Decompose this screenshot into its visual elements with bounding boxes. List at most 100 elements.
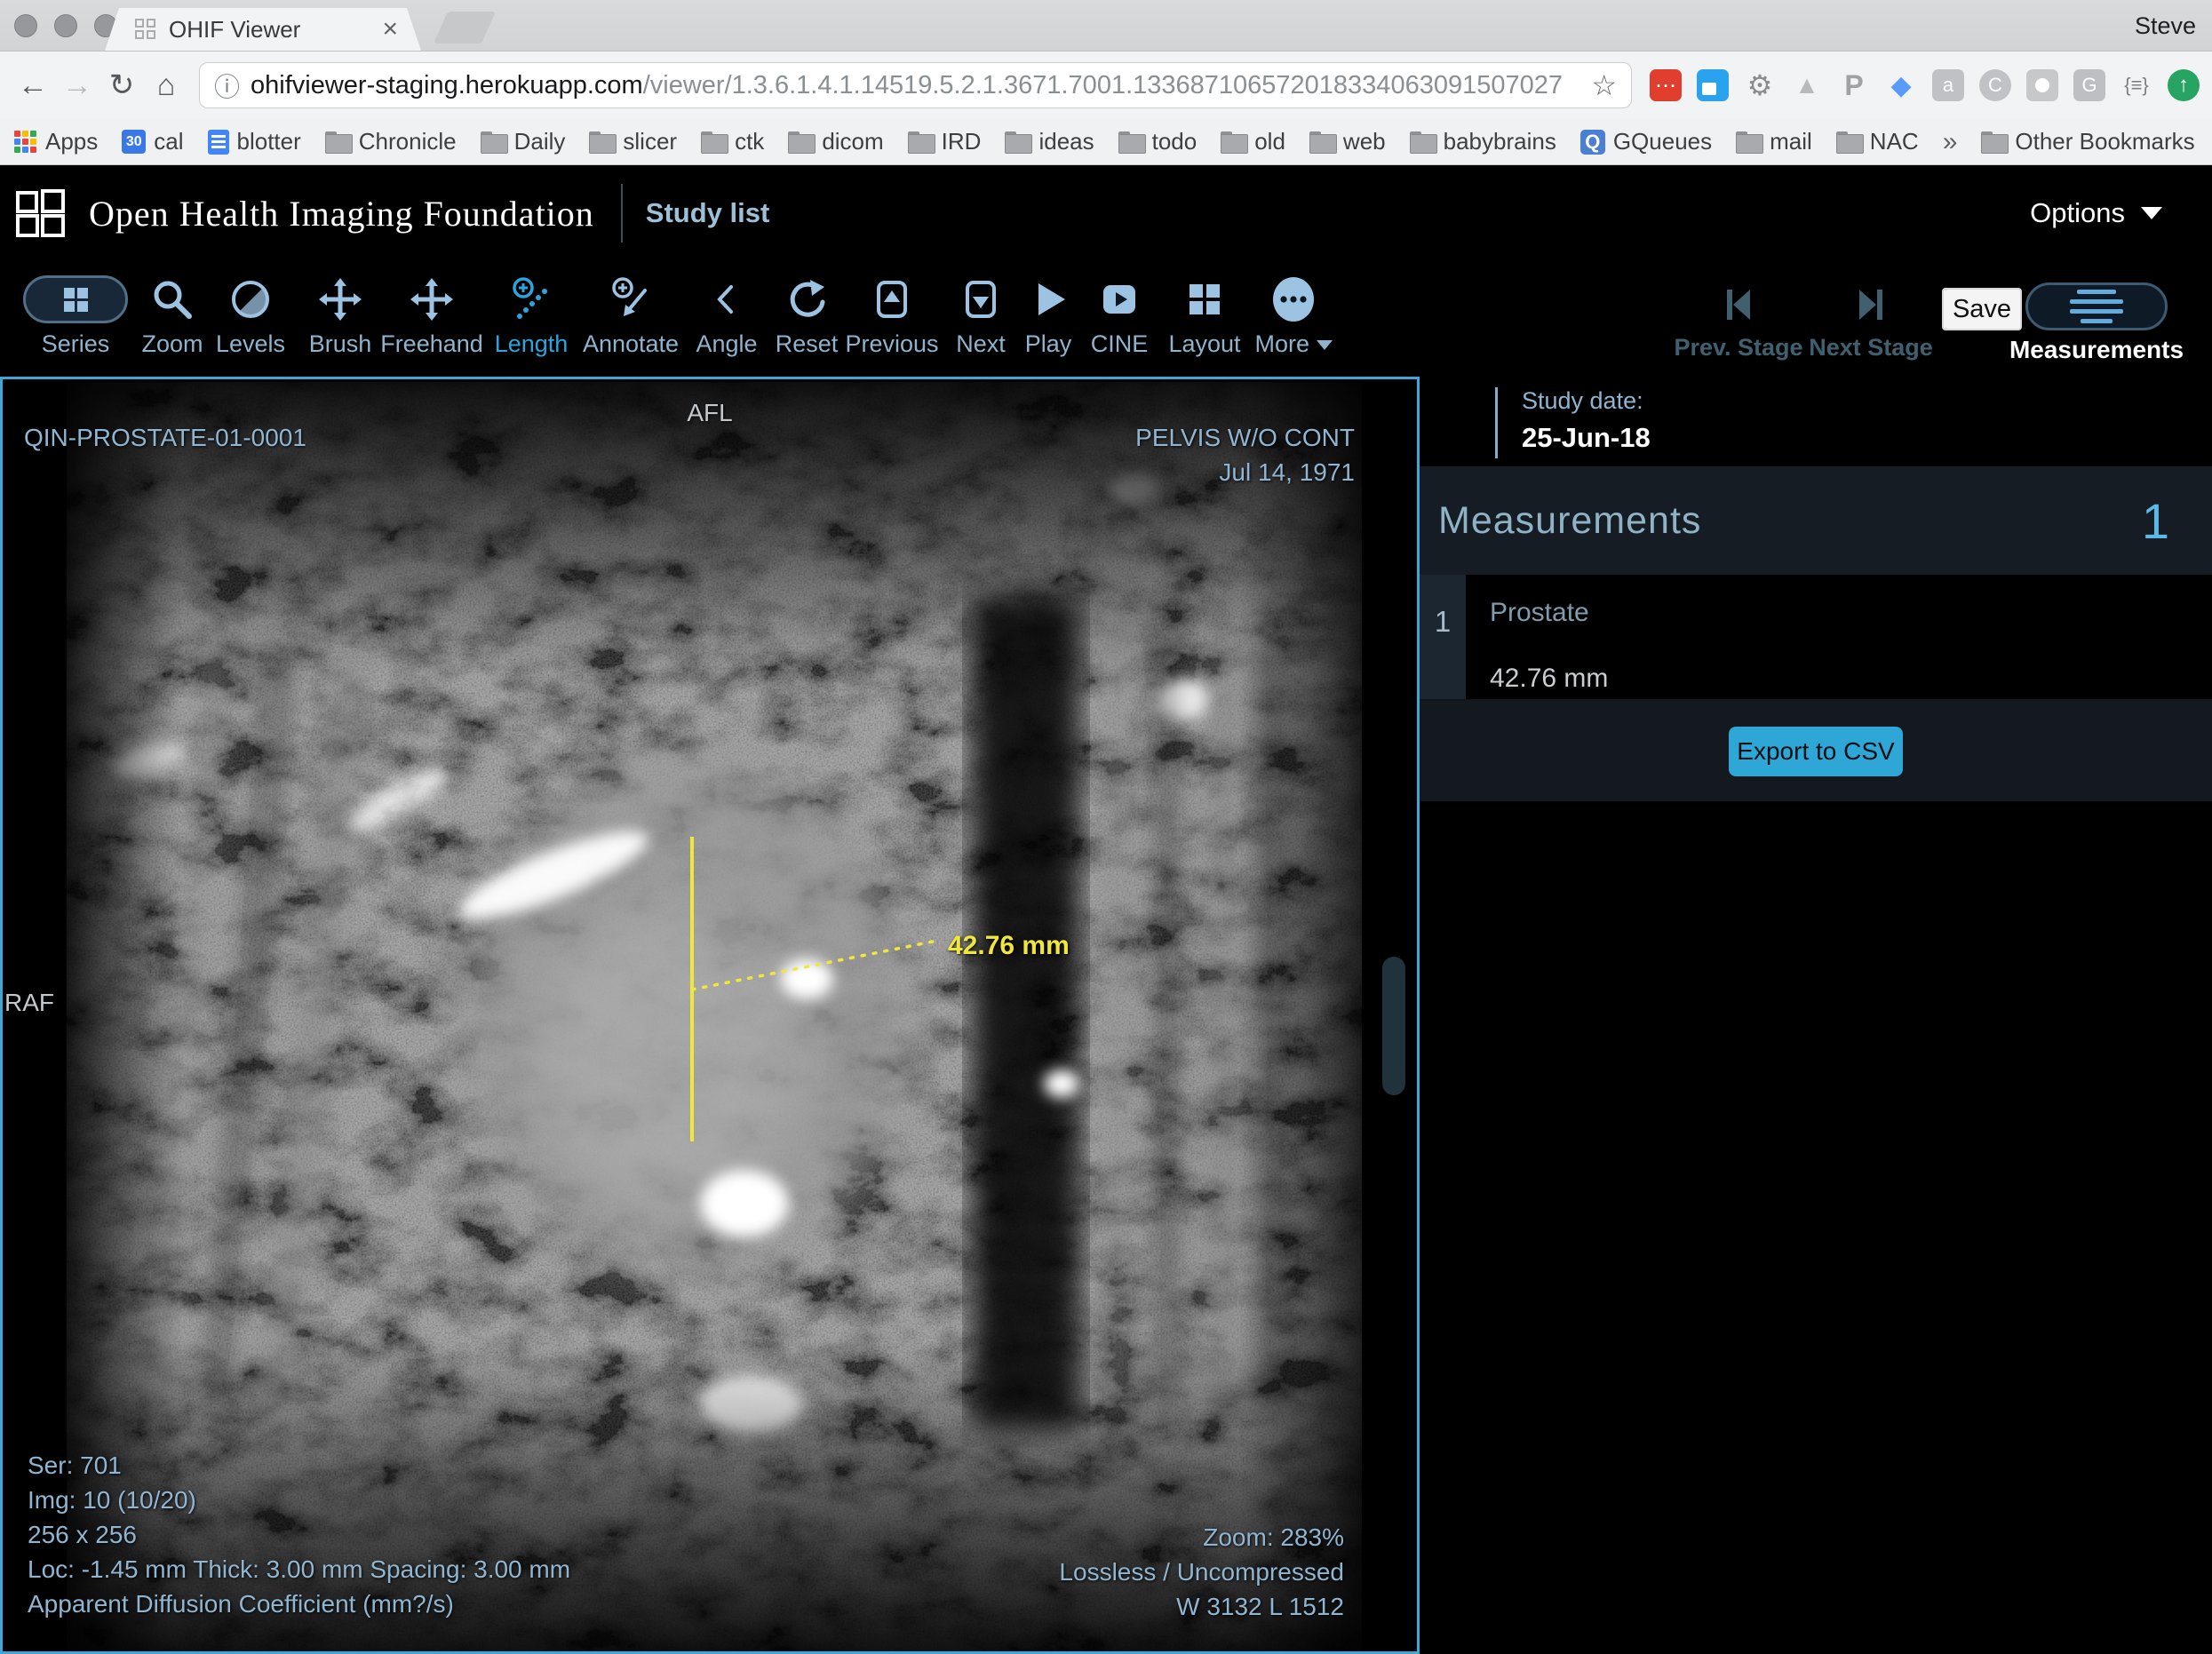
tool-more[interactable]: More — [1254, 274, 1333, 358]
bookmark-folder-other[interactable]: Other Bookmarks — [1981, 128, 2194, 155]
tab-close-icon[interactable]: × — [382, 16, 398, 43]
prev-stage-button[interactable]: Prev. Stage — [1688, 284, 1789, 362]
bookmark-gqueues[interactable]: Q GQueues — [1580, 128, 1712, 155]
bookmark-folder-nac[interactable]: NAC — [1836, 128, 1919, 155]
forward-icon[interactable]: → — [57, 68, 98, 103]
tool-zoom[interactable]: Zoom — [137, 274, 208, 358]
blue-window-extension-icon[interactable] — [1697, 69, 1729, 101]
bookmark-folder-mail[interactable]: mail — [1736, 128, 1812, 155]
measurements-panel: Study date: 25-Jun-18 Measurements 1 1 P… — [1420, 377, 2212, 1654]
bookmark-folder-ideas[interactable]: ideas — [1005, 128, 1094, 155]
browser-tab[interactable]: OHIF Viewer × — [105, 8, 421, 51]
chevron-down-icon — [2141, 207, 2162, 219]
tool-layout[interactable]: Layout — [1155, 274, 1254, 358]
viewport-canvas[interactable]: 42.76 mm QIN-PROSTATE-01-0001 AFL PELVIS… — [0, 377, 1420, 1654]
tool-cine[interactable]: CINE — [1084, 274, 1155, 358]
folder-icon — [1410, 131, 1436, 152]
header-divider — [621, 184, 623, 243]
page-info-icon[interactable]: ⓘ — [214, 67, 240, 104]
bookmark-folder-todo[interactable]: todo — [1118, 128, 1198, 155]
measurement-value-label[interactable]: 42.76 mm — [948, 928, 1070, 963]
export-to-csv-button[interactable]: Export to CSV — [1729, 727, 1903, 776]
folder-icon — [589, 131, 615, 152]
bookmark-folder-daily[interactable]: Daily — [481, 128, 566, 155]
bookmark-label: Chronicle — [359, 128, 457, 155]
folder-icon — [788, 131, 814, 152]
bookmark-label: slicer — [623, 128, 677, 155]
study-list-link[interactable]: Study list — [646, 197, 770, 229]
tool-freehand[interactable]: Freehand — [387, 274, 476, 358]
measurement-index: 1 — [1420, 575, 1466, 699]
bookmark-star-icon[interactable]: ☆ — [1580, 68, 1617, 102]
measurements-toggle[interactable]: Measurements — [1994, 282, 2199, 364]
gem-extension-icon[interactable]: ◆ — [1885, 69, 1917, 101]
new-tab-button[interactable] — [434, 12, 496, 44]
bookmark-label: babybrains — [1444, 128, 1556, 155]
tool-next[interactable]: Next — [949, 274, 1013, 358]
bookmark-blotter[interactable]: blotter — [208, 128, 301, 155]
previous-image-icon — [869, 274, 915, 325]
folder-icon — [1736, 131, 1762, 152]
rounded-square-extension-icon[interactable] — [2026, 69, 2058, 101]
window-close-button[interactable] — [14, 14, 37, 37]
bookmark-folder-babybrains[interactable]: babybrains — [1410, 128, 1556, 155]
folder-icon — [1309, 131, 1335, 152]
url-path: /viewer/1.3.6.1.4.1.14519.5.2.1.3671.700… — [643, 71, 1563, 100]
export-section: Export to CSV — [1420, 701, 2212, 801]
tool-play[interactable]: Play — [1013, 274, 1084, 358]
p-extension-icon[interactable]: P — [1838, 69, 1870, 101]
bookmark-label: dicom — [822, 128, 883, 155]
image-scrollbar-thumb[interactable] — [1382, 957, 1405, 1095]
bookmark-folder-slicer[interactable]: slicer — [589, 128, 677, 155]
tool-brush[interactable]: Brush — [293, 274, 387, 358]
bookmark-label: Other Bookmarks — [2015, 128, 2194, 155]
tool-annotate[interactable]: Annotate — [586, 274, 675, 358]
length-measure-icon — [508, 274, 554, 325]
bookmark-label: blotter — [237, 128, 301, 155]
bookmark-label: NAC — [1870, 128, 1919, 155]
study-description: PELVIS W/O CONT — [1135, 420, 1355, 455]
url-input[interactable]: ⓘ ohifviewer-staging.herokuapp.com /view… — [199, 62, 1632, 108]
back-icon[interactable]: ← — [12, 68, 53, 103]
window-minimize-button[interactable] — [54, 14, 77, 37]
bookmark-folder-ird[interactable]: IRD — [908, 128, 982, 155]
browser-tab-bar: OHIF Viewer × Steve — [0, 0, 2212, 52]
tool-angle[interactable]: Angle — [675, 274, 778, 358]
measurement-label[interactable]: Prostate — [1490, 598, 1608, 628]
zoom-level: Zoom: 283% — [1059, 1520, 1344, 1555]
tool-reset[interactable]: Reset — [778, 274, 835, 358]
reload-icon[interactable]: ↻ — [101, 68, 142, 103]
gear-extension-icon[interactable]: ⚙ — [1744, 69, 1776, 101]
measurement-row[interactable]: 1 Prostate 42.76 mm — [1420, 575, 2212, 701]
cine-icon — [1096, 274, 1142, 325]
angle-chevron-icon — [704, 274, 750, 325]
tool-previous[interactable]: Previous — [835, 274, 949, 358]
tool-series[interactable]: Series — [14, 274, 137, 358]
bookmark-folder-old[interactable]: old — [1221, 128, 1285, 155]
bookmark-cal[interactable]: 30 cal — [122, 128, 183, 155]
next-stage-button[interactable]: Next Stage — [1818, 284, 1924, 362]
study-date-label: Study date: — [1522, 387, 1651, 415]
bookmark-label: mail — [1770, 128, 1812, 155]
drive-triangle-extension-icon[interactable]: ▲ — [1791, 69, 1823, 101]
tool-length[interactable]: Length — [476, 274, 586, 358]
tool-levels[interactable]: Levels — [208, 274, 293, 358]
study-date-value: 25-Jun-18 — [1522, 422, 1651, 454]
bookmarks-overflow-chevron[interactable]: » — [1943, 127, 1958, 157]
speech-bubble-extension-icon[interactable]: a — [1932, 69, 1964, 101]
bookmark-folder-web[interactable]: web — [1309, 128, 1386, 155]
braces-extension-icon[interactable]: {≡} — [2120, 69, 2152, 101]
options-menu[interactable]: Options — [2030, 197, 2162, 229]
green-arrow-extension-icon[interactable]: ↑ — [2168, 69, 2200, 101]
bookmark-apps[interactable]: Apps — [14, 128, 98, 155]
bookmark-folder-ctk[interactable]: ctk — [701, 128, 764, 155]
bookmark-folder-chronicle[interactable]: Chronicle — [325, 128, 457, 155]
tab-title: OHIF Viewer — [169, 16, 300, 44]
c-circle-extension-icon[interactable]: C — [1979, 69, 2011, 101]
home-icon[interactable]: ⌂ — [146, 68, 187, 103]
browser-profile-name[interactable]: Steve — [2135, 12, 2196, 40]
g-square-extension-icon[interactable]: G — [2073, 69, 2105, 101]
bookmark-folder-dicom[interactable]: dicom — [788, 128, 883, 155]
password-manager-extension-icon[interactable]: ⋯ — [1650, 69, 1682, 101]
slice-location: Loc: -1.45 mm Thick: 3.00 mm Spacing: 3.… — [28, 1552, 570, 1586]
